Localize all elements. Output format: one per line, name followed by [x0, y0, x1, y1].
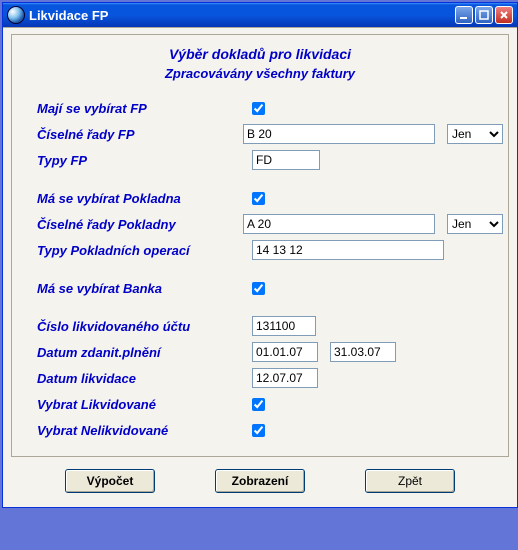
- input-cash-op-types[interactable]: [252, 240, 444, 260]
- label-select-bank: Má se vybírat Banka: [37, 281, 252, 296]
- back-button[interactable]: Zpět: [365, 469, 455, 493]
- checkbox-select-bank[interactable]: [252, 282, 265, 295]
- label-liq-date: Datum likvidace: [37, 371, 252, 386]
- client-area: Výběr dokladů pro likvidaci Zpracovávány…: [3, 27, 517, 507]
- checkbox-select-fp[interactable]: [252, 102, 265, 115]
- checkbox-select-unliquidated[interactable]: [252, 424, 265, 437]
- page-subtitle: Zpracovávány všechny faktury: [17, 66, 503, 81]
- select-fp-series-mode[interactable]: Jen: [447, 124, 503, 144]
- minimize-button[interactable]: [455, 6, 473, 24]
- label-cash-series: Číselné řady Pokladny: [37, 217, 243, 232]
- checkbox-select-cash[interactable]: [252, 192, 265, 205]
- label-fp-types: Typy FP: [37, 153, 252, 168]
- input-tax-date-from[interactable]: [252, 342, 318, 362]
- label-select-liquidated: Vybrat Likvidované: [37, 397, 252, 412]
- input-liq-date[interactable]: [252, 368, 318, 388]
- label-account-no: Číslo likvidovaného účtu: [37, 319, 252, 334]
- label-tax-date: Datum zdanit.plnění: [37, 345, 252, 360]
- input-tax-date-to[interactable]: [330, 342, 396, 362]
- window-frame: Likvidace FP Výběr dokladů pro likvidaci…: [2, 2, 518, 508]
- input-cash-series[interactable]: [243, 214, 435, 234]
- label-select-unliquidated: Vybrat Nelikvidované: [37, 423, 252, 438]
- label-select-cash: Má se vybírat Pokladna: [37, 191, 252, 206]
- show-button[interactable]: Zobrazení: [215, 469, 305, 493]
- close-button[interactable]: [495, 6, 513, 24]
- page-title: Výběr dokladů pro likvidaci: [17, 46, 503, 62]
- input-account-no[interactable]: [252, 316, 316, 336]
- window-title: Likvidace FP: [29, 8, 455, 23]
- label-select-fp: Mají se vybírat FP: [37, 101, 252, 116]
- input-fp-series[interactable]: [243, 124, 435, 144]
- label-cash-op-types: Typy Pokladních operací: [37, 243, 252, 258]
- select-cash-series-mode[interactable]: Jen: [447, 214, 503, 234]
- app-icon: [7, 6, 25, 24]
- checkbox-select-liquidated[interactable]: [252, 398, 265, 411]
- maximize-button[interactable]: [475, 6, 493, 24]
- label-fp-series: Číselné řady FP: [37, 127, 243, 142]
- calc-button[interactable]: Výpočet: [65, 469, 155, 493]
- input-fp-types[interactable]: [252, 150, 320, 170]
- titlebar[interactable]: Likvidace FP: [3, 3, 517, 27]
